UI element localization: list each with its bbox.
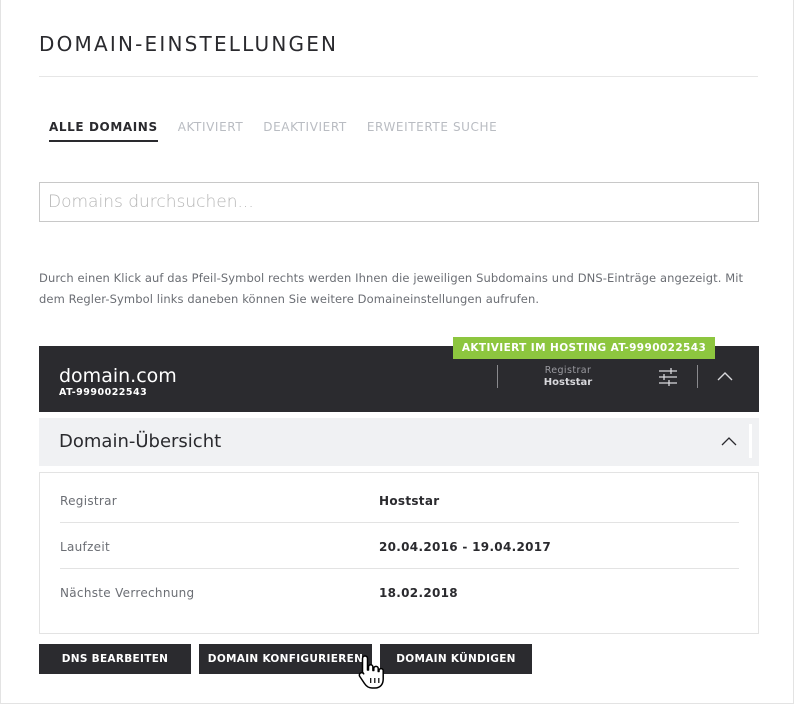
- status-badge: AKTIVIERT IM HOSTING AT-9990022543: [453, 337, 715, 359]
- detail-value: Hoststar: [379, 494, 440, 508]
- detail-row-next-billing: Nächste Verrechnung 18.02.2018: [60, 569, 739, 615]
- overview-title: Domain-Übersicht: [59, 431, 222, 452]
- detail-value: 18.02.2018: [379, 586, 458, 600]
- chevron-up-icon[interactable]: [719, 432, 739, 452]
- scrollbar-edge: [749, 424, 752, 458]
- detail-label: Registrar: [60, 494, 118, 508]
- chevron-up-icon[interactable]: [715, 367, 735, 387]
- detail-label: Nächste Verrechnung: [60, 586, 195, 600]
- registrar-value: Hoststar: [543, 377, 593, 388]
- domain-overview-header[interactable]: Domain-Übersicht: [39, 418, 759, 466]
- hand-cursor-icon: [357, 654, 387, 692]
- tab-activated[interactable]: AKTIVIERT: [178, 120, 244, 142]
- edit-dns-button[interactable]: DNS BEARBEITEN: [39, 644, 191, 674]
- tab-deactivated[interactable]: DEAKTIVIERT: [263, 120, 347, 142]
- domain-name: domain.com: [59, 365, 177, 387]
- detail-row-term: Laufzeit 20.04.2016 - 19.04.2017: [60, 523, 739, 569]
- cancel-domain-button[interactable]: DOMAIN KÜNDIGEN: [380, 644, 532, 674]
- registrar-label: Registrar: [544, 365, 592, 376]
- tab-advanced-search[interactable]: ERWEITERTE SUCHE: [367, 120, 498, 142]
- info-text: Durch einen Klick auf das Pfeil-Symbol r…: [39, 271, 744, 306]
- detail-value: 20.04.2016 - 19.04.2017: [379, 540, 552, 554]
- domain-details-panel: Registrar Hoststar Laufzeit 20.04.2016 -…: [39, 472, 759, 634]
- domain-id: AT-9990022543: [59, 387, 148, 398]
- title-divider: [39, 76, 758, 77]
- divider: [697, 365, 698, 388]
- detail-label: Laufzeit: [60, 540, 110, 554]
- sliders-icon[interactable]: [657, 366, 679, 388]
- detail-row-registrar: Registrar Hoststar: [60, 477, 739, 523]
- page-title: DOMAIN-EINSTELLUNGEN: [39, 32, 339, 56]
- configure-domain-button[interactable]: DOMAIN KONFIGURIEREN: [199, 644, 372, 674]
- tab-all-domains[interactable]: ALLE DOMAINS: [49, 120, 158, 142]
- domain-filter-tabs: ALLE DOMAINS AKTIVIERT DEAKTIVIERT ERWEI…: [49, 120, 517, 142]
- domain-search-input[interactable]: [39, 182, 759, 222]
